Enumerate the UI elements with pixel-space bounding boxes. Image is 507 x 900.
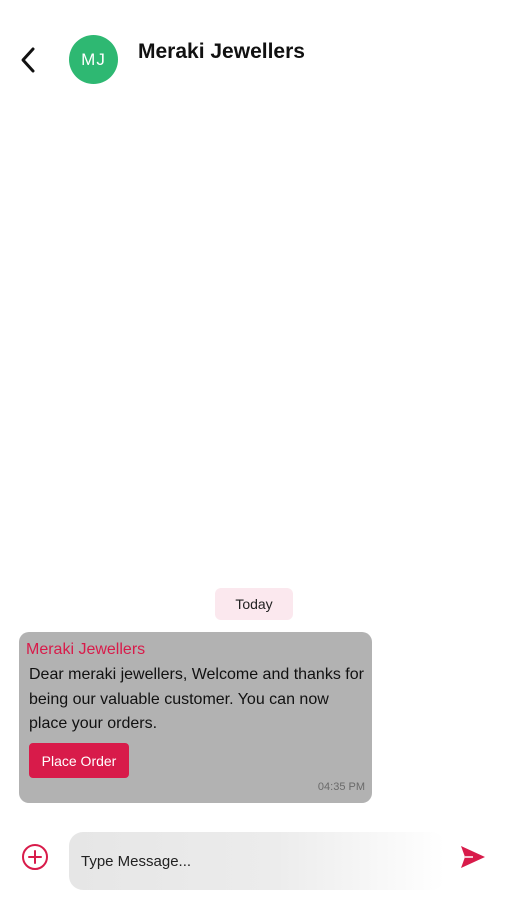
- message-timestamp: 04:35 PM: [317, 781, 365, 793]
- date-separator: Today: [215, 588, 293, 620]
- plus-circle-icon: [22, 844, 48, 870]
- chat-header: MJ Meraki Jewellers: [0, 0, 507, 110]
- message-input[interactable]: [69, 832, 445, 890]
- place-order-button[interactable]: Place Order: [29, 743, 129, 778]
- send-icon: [461, 846, 485, 868]
- chevron-left-icon: [21, 47, 35, 73]
- back-button[interactable]: [12, 42, 44, 78]
- avatar: MJ: [69, 35, 118, 84]
- message-composer: [0, 826, 507, 896]
- add-attachment-button[interactable]: [20, 842, 50, 872]
- message-bubble: Meraki Jewellers Dear meraki jewellers, …: [19, 632, 372, 803]
- contact-name: Meraki Jewellers: [138, 40, 305, 63]
- send-button[interactable]: [458, 842, 488, 872]
- message-sender: Meraki Jewellers: [26, 641, 146, 658]
- message-text: Dear meraki jewellers, Welcome and thank…: [29, 666, 364, 732]
